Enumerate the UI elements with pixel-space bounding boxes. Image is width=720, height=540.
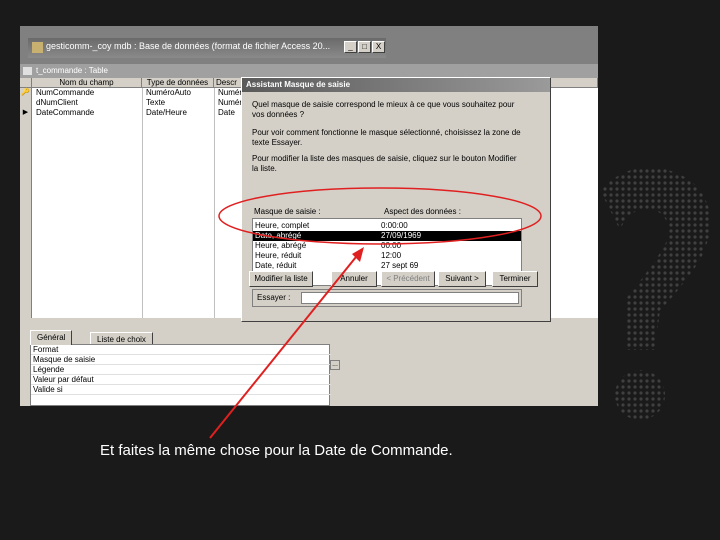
slide-caption: Et faites la même chose pour la Date de … xyxy=(100,442,453,459)
annotation-overlay xyxy=(209,187,542,439)
tab-general[interactable]: Général xyxy=(30,330,73,345)
highlight-ellipse xyxy=(218,187,542,245)
annotation-arrow-line xyxy=(209,251,361,439)
